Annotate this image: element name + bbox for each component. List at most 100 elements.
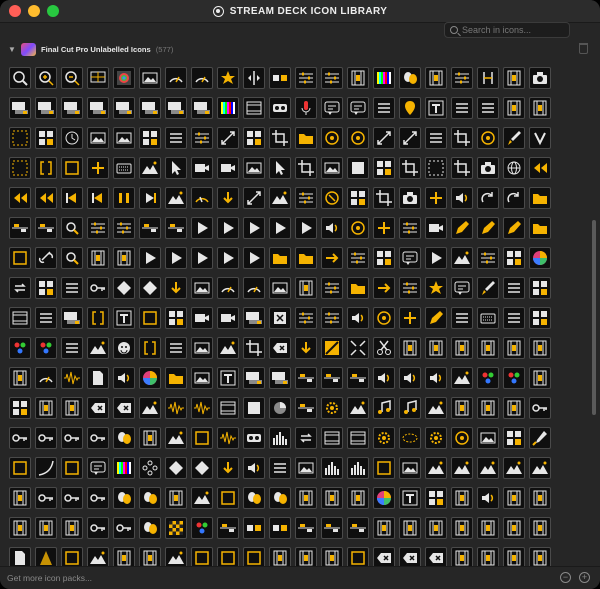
film-strip-icon[interactable] xyxy=(503,517,525,539)
down-icon[interactable] xyxy=(217,187,239,209)
zoom-fit-icon[interactable] xyxy=(9,67,31,89)
vr-icon[interactable] xyxy=(269,97,291,119)
camera-icon[interactable] xyxy=(399,187,421,209)
video-icon[interactable] xyxy=(191,307,213,329)
split-icon[interactable] xyxy=(243,67,265,89)
mountain-icon[interactable] xyxy=(503,457,525,479)
crop-icon[interactable] xyxy=(373,187,395,209)
transform-icon[interactable] xyxy=(373,127,395,149)
minimize-window-button[interactable] xyxy=(28,5,40,17)
sliders-icon[interactable] xyxy=(113,217,135,239)
list-icon[interactable] xyxy=(165,337,187,359)
image-icon[interactable] xyxy=(321,157,343,179)
transition-icon[interactable] xyxy=(269,517,291,539)
clip-icon[interactable] xyxy=(9,97,31,119)
clip-icon[interactable] xyxy=(269,367,291,389)
cancel-icon[interactable] xyxy=(321,187,343,209)
fullscreen-icon[interactable] xyxy=(9,127,31,149)
film-strip-icon[interactable] xyxy=(295,487,317,509)
film-strip-icon[interactable] xyxy=(477,397,499,419)
play-icon[interactable] xyxy=(165,247,187,269)
sliders-icon[interactable] xyxy=(295,307,317,329)
folder-icon[interactable] xyxy=(529,217,551,239)
checker-icon[interactable] xyxy=(165,517,187,539)
timeline-icon[interactable] xyxy=(35,217,57,239)
play-icon[interactable] xyxy=(295,217,317,239)
film-strip-icon[interactable] xyxy=(425,67,447,89)
list-icon[interactable] xyxy=(477,97,499,119)
marker-icon[interactable] xyxy=(399,97,421,119)
film-strip-icon[interactable] xyxy=(9,367,31,389)
grid-icon[interactable] xyxy=(373,157,395,179)
curve-icon[interactable] xyxy=(35,457,57,479)
list-icon[interactable] xyxy=(373,97,395,119)
pie-icon[interactable] xyxy=(269,397,291,419)
caption-icon[interactable] xyxy=(451,277,473,299)
film-strip-icon[interactable] xyxy=(451,517,473,539)
pen-icon[interactable] xyxy=(425,307,447,329)
box-icon[interactable] xyxy=(9,457,31,479)
key-icon[interactable] xyxy=(87,427,109,449)
image-icon[interactable] xyxy=(269,277,291,299)
film-strip-icon[interactable] xyxy=(61,397,83,419)
mountain-icon[interactable] xyxy=(451,247,473,269)
crop-icon[interactable] xyxy=(451,127,473,149)
add-icon[interactable] xyxy=(87,157,109,179)
play-icon[interactable] xyxy=(269,217,291,239)
grid-icon[interactable] xyxy=(9,397,31,419)
key-icon[interactable] xyxy=(9,427,31,449)
diamond-icon[interactable] xyxy=(165,457,187,479)
film-strip-icon[interactable] xyxy=(529,367,551,389)
box-icon[interactable] xyxy=(139,307,161,329)
mountain-icon[interactable] xyxy=(347,397,369,419)
transition-icon[interactable] xyxy=(243,517,265,539)
image-icon[interactable] xyxy=(399,457,421,479)
sliders-icon[interactable] xyxy=(477,247,499,269)
get-more-icon-packs-link[interactable]: Get more icon packs... xyxy=(7,573,92,583)
timeline-icon[interactable] xyxy=(295,517,317,539)
film-strip-icon[interactable] xyxy=(399,337,421,359)
crop-icon[interactable] xyxy=(295,157,317,179)
sliders-icon[interactable] xyxy=(399,217,421,239)
meter-icon[interactable] xyxy=(217,277,239,299)
key-icon[interactable] xyxy=(529,397,551,419)
masks-icon[interactable] xyxy=(139,487,161,509)
title-icon[interactable] xyxy=(425,97,447,119)
image-icon[interactable] xyxy=(113,127,135,149)
caption-icon[interactable] xyxy=(321,97,343,119)
timeline-icon[interactable] xyxy=(347,367,369,389)
color-wheel-icon[interactable] xyxy=(529,247,551,269)
list-icon[interactable] xyxy=(61,337,83,359)
pen-icon[interactable] xyxy=(451,217,473,239)
pen-icon[interactable] xyxy=(477,217,499,239)
film-strip-icon[interactable] xyxy=(529,517,551,539)
brush-icon[interactable] xyxy=(477,277,499,299)
smile-icon[interactable] xyxy=(113,337,135,359)
folder-icon[interactable] xyxy=(269,247,291,269)
clip-icon[interactable] xyxy=(35,97,57,119)
scrollbar-thumb[interactable] xyxy=(592,220,596,415)
play-icon[interactable] xyxy=(425,247,447,269)
star-icon[interactable] xyxy=(217,67,239,89)
audio-icon[interactable] xyxy=(321,217,343,239)
keyboard-icon[interactable] xyxy=(477,307,499,329)
gauge-icon[interactable] xyxy=(191,187,213,209)
loop-icon[interactable] xyxy=(9,277,31,299)
key-icon[interactable] xyxy=(35,487,57,509)
audio-icon[interactable] xyxy=(113,367,135,389)
color-dots-icon[interactable] xyxy=(35,337,57,359)
zoom-icon[interactable] xyxy=(61,247,83,269)
mountain-icon[interactable] xyxy=(425,397,447,419)
diamond-icon[interactable] xyxy=(191,457,213,479)
title-icon[interactable] xyxy=(399,487,421,509)
crop-icon[interactable] xyxy=(243,337,265,359)
fullscreen-icon[interactable] xyxy=(9,157,31,179)
close-icon[interactable] xyxy=(269,307,291,329)
monitor-grid-icon[interactable] xyxy=(87,67,109,89)
bracket-icon[interactable] xyxy=(139,337,161,359)
clip-icon[interactable] xyxy=(61,307,83,329)
timeline-icon[interactable] xyxy=(347,517,369,539)
clip-icon[interactable] xyxy=(61,97,83,119)
meter-icon[interactable] xyxy=(165,67,187,89)
color-dots-icon[interactable] xyxy=(9,337,31,359)
